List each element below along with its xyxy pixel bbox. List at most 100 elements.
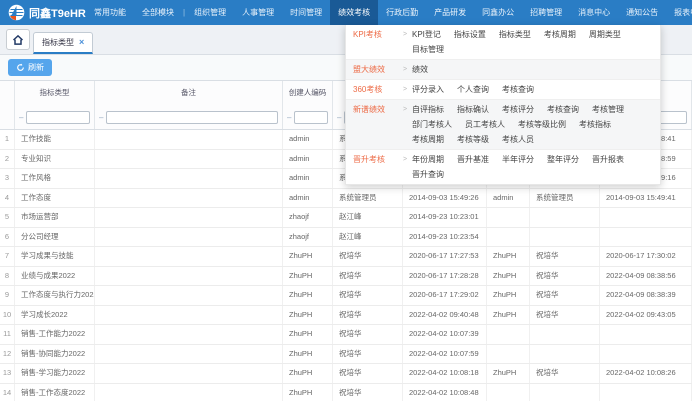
nav-item-时间管理[interactable]: 时间管理: [282, 0, 330, 25]
filter-operator-dash[interactable]: –: [337, 113, 341, 122]
menu-category-KPI考核[interactable]: KPI考核: [346, 27, 398, 42]
menu-category-新谱绩效[interactable]: 新谱绩效: [346, 102, 398, 117]
menu-item-考核周期[interactable]: 考核周期: [412, 132, 444, 147]
column-header-type: 指标类型: [15, 81, 95, 105]
menu-item-个人查询[interactable]: 个人查询: [457, 82, 489, 97]
cell-created: 2022-04-02 09:40:48: [403, 306, 487, 325]
nav-item-招聘管理[interactable]: 招聘管理: [522, 0, 570, 25]
cell-creator: 祝培华: [333, 325, 403, 344]
menu-item-考核评分[interactable]: 考核评分: [502, 102, 534, 117]
filter-input-note[interactable]: [106, 111, 278, 124]
cell-note: [95, 364, 283, 383]
menu-category-盟大绩效[interactable]: 盟大绩效: [346, 62, 398, 77]
table-row[interactable]: 12销售-协同能力2022ZhuPH祝培华2022-04-02 10:07:59: [0, 345, 692, 365]
filter-operator-dash[interactable]: –: [19, 113, 23, 122]
menu-item-周期类型[interactable]: 周期类型: [589, 27, 621, 42]
chevron-right-icon: >: [398, 27, 412, 42]
nav-item-组织管理[interactable]: 组织管理: [186, 0, 234, 25]
menu-items-盟大绩效: 绩效: [412, 62, 660, 77]
menu-item-KPI登记[interactable]: KPI登记: [412, 27, 441, 42]
cell-modified: 2020-06-17 17:30:02: [600, 247, 692, 266]
cell-created: 2014-09-23 10:23:01: [403, 208, 487, 227]
performance-dropdown-menu: KPI考核>KPI登记指标设置指标类型考核周期周期类型目标管理盟大绩效>绩效36…: [345, 25, 661, 185]
table-row[interactable]: 13销售-学习能力2022ZhuPH祝培华2022-04-02 10:08:18…: [0, 364, 692, 384]
cell-type: 销售-工作能力2022: [15, 325, 95, 344]
cell-creator_code: ZhuPH: [283, 306, 333, 325]
nav-item-通知公告[interactable]: 通知公告: [618, 0, 666, 25]
filter-operator-dash[interactable]: –: [99, 113, 103, 122]
menu-item-晋升报表[interactable]: 晋升报表: [592, 152, 624, 167]
menu-item-部门考核人[interactable]: 部门考核人: [412, 117, 452, 132]
nav-item-常用功能[interactable]: 常用功能: [86, 0, 134, 25]
tab-indicator-type[interactable]: 指标类型 ×: [33, 32, 93, 54]
table-row[interactable]: 7学习成果与技能ZhuPH祝培华2020-06-17 17:27:53ZhuPH…: [0, 247, 692, 267]
table-row[interactable]: 8业绩与成果2022ZhuPH祝培华2020-06-17 17:28:28Zhu…: [0, 267, 692, 287]
nav-item-绩效考核[interactable]: 绩效考核: [330, 0, 378, 25]
menu-item-年份周期[interactable]: 年份周期: [412, 152, 444, 167]
menu-item-目标管理[interactable]: 目标管理: [412, 42, 444, 57]
cell-note: [95, 228, 283, 247]
chevron-right-icon: >: [398, 62, 412, 77]
menu-item-考核查询[interactable]: 考核查询: [502, 82, 534, 97]
menu-items-新谱绩效: 自评指标指标确认考核评分考核查询考核管理部门考核人员工考核人考核等级比例考核指标…: [412, 102, 660, 147]
cell-modified: [600, 345, 692, 364]
menu-item-绩效[interactable]: 绩效: [412, 62, 428, 77]
nav-item-报表中心[interactable]: 报表中心: [666, 0, 692, 25]
home-button[interactable]: [6, 29, 30, 50]
cell-modified: 2022-04-09 08:38:56: [600, 267, 692, 286]
refresh-icon: [16, 63, 25, 72]
menu-item-指标确认[interactable]: 指标确认: [457, 102, 489, 117]
nav-item-行政后勤[interactable]: 行政后勤: [378, 0, 426, 25]
nav-item-人事管理[interactable]: 人事管理: [234, 0, 282, 25]
menu-item-评分录入[interactable]: 评分录入: [412, 82, 444, 97]
cell-creator_code: zhaojf: [283, 228, 333, 247]
cell-modified: [600, 228, 692, 247]
cell-modifier_code: [487, 325, 530, 344]
globe-logo-icon: [8, 4, 25, 21]
menu-item-考核查询[interactable]: 考核查询: [547, 102, 579, 117]
nav-item-消息中心[interactable]: 消息中心: [570, 0, 618, 25]
menu-item-考核等级[interactable]: 考核等级: [457, 132, 489, 147]
menu-item-晋升查询[interactable]: 晋升查询: [412, 167, 444, 182]
menu-item-半年评分[interactable]: 半年评分: [502, 152, 534, 167]
table-row[interactable]: 5市场运营部zhaojf赵江峰2014-09-23 10:23:01: [0, 208, 692, 228]
table-row[interactable]: 10学习成长2022ZhuPH祝培华2022-04-02 09:40:48Zhu…: [0, 306, 692, 326]
cell-note: [95, 286, 283, 305]
menu-category-360考核[interactable]: 360考核: [346, 82, 398, 97]
menu-item-员工考核人[interactable]: 员工考核人: [465, 117, 505, 132]
menu-section-KPI考核: KPI考核>KPI登记指标设置指标类型考核周期周期类型目标管理: [346, 25, 660, 59]
nav-item-全部模块[interactable]: 全部模块: [134, 0, 182, 25]
cell-type: 业绩与成果2022: [15, 267, 95, 286]
menu-item-整年评分[interactable]: 整年评分: [547, 152, 579, 167]
filter-cell-note: –: [95, 105, 283, 129]
app-window: 同鑫T9eHR 常用功能全部模块|组织管理人事管理时间管理绩效考核行政后勤产品研…: [0, 0, 692, 401]
tab-close-icon[interactable]: ×: [79, 38, 84, 47]
cell-modified: 2022-04-09 08:38:39: [600, 286, 692, 305]
menu-item-考核管理[interactable]: 考核管理: [592, 102, 624, 117]
cell-modifier_code: ZhuPH: [487, 247, 530, 266]
table-row[interactable]: 4工作态度admin系统管理员2014-09-03 15:49:26admin系…: [0, 189, 692, 209]
filter-input-creator_code[interactable]: [294, 111, 328, 124]
cell-num: 14: [0, 384, 15, 401]
menu-item-考核人员[interactable]: 考核人员: [502, 132, 534, 147]
menu-item-指标设置[interactable]: 指标设置: [454, 27, 486, 42]
menu-item-考核指标[interactable]: 考核指标: [579, 117, 611, 132]
menu-item-晋升基准[interactable]: 晋升基准: [457, 152, 489, 167]
table-row[interactable]: 9工作态度与执行力2022ZhuPH祝培华2020-06-17 17:29:02…: [0, 286, 692, 306]
refresh-button[interactable]: 刷新: [8, 59, 52, 76]
menu-category-晋升考核[interactable]: 晋升考核: [346, 152, 398, 167]
table-row[interactable]: 11销售-工作能力2022ZhuPH祝培华2022-04-02 10:07:39: [0, 325, 692, 345]
cell-creator_code: ZhuPH: [283, 345, 333, 364]
nav-item-同鑫办公[interactable]: 同鑫办公: [474, 0, 522, 25]
menu-item-自评指标[interactable]: 自评指标: [412, 102, 444, 117]
menu-section-晋升考核: 晋升考核>年份周期晋升基准半年评分整年评分晋升报表晋升查询: [346, 149, 660, 184]
menu-item-指标类型[interactable]: 指标类型: [499, 27, 531, 42]
menu-item-考核周期[interactable]: 考核周期: [544, 27, 576, 42]
filter-operator-dash[interactable]: –: [287, 113, 291, 122]
table-row[interactable]: 6分公司经理zhaojf赵江峰2014-09-23 10:23:54: [0, 228, 692, 248]
table-row[interactable]: 14销售-工作态度2022ZhuPH祝培华2022-04-02 10:08:48: [0, 384, 692, 401]
nav-item-产品研发[interactable]: 产品研发: [426, 0, 474, 25]
nav-menu: 常用功能全部模块|组织管理人事管理时间管理绩效考核行政后勤产品研发同鑫办公招聘管…: [86, 0, 692, 25]
menu-item-考核等级比例[interactable]: 考核等级比例: [518, 117, 566, 132]
filter-input-type[interactable]: [26, 111, 90, 124]
